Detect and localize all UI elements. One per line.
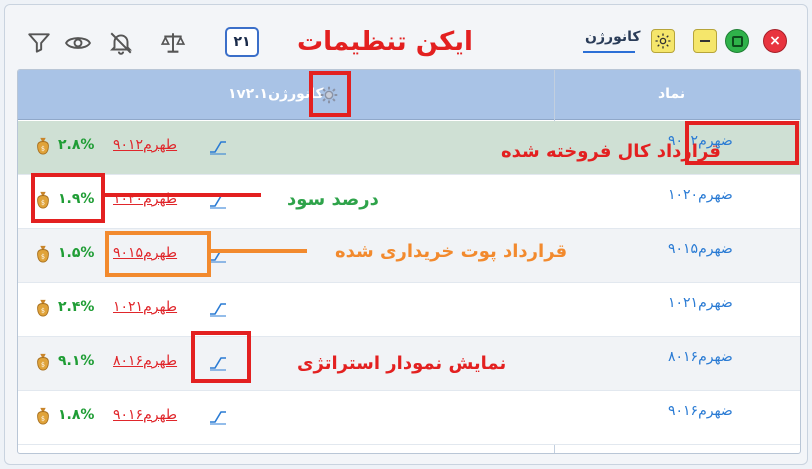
call-contract-link[interactable]: ضهرم۱۰۲۱ xyxy=(668,295,733,311)
annotation-box-chart xyxy=(191,331,251,383)
table-row[interactable]: $۱.۸% طهرم۹۰۱۶ ضهرم۹۰۱۶ xyxy=(18,391,800,445)
money-bag-icon: $ xyxy=(34,243,52,265)
bell-off-icon[interactable] xyxy=(107,29,135,57)
annotation-line-put xyxy=(211,249,307,253)
tab-active-indicator xyxy=(583,51,635,53)
profit-percent: ۱.۸% xyxy=(58,407,95,423)
profit-percent: ۲.۸% xyxy=(58,137,95,153)
close-button[interactable]: × xyxy=(763,29,787,53)
strategy-chart-icon[interactable] xyxy=(208,409,228,425)
header-symbol: نماد xyxy=(658,86,686,102)
annotation-line-profit xyxy=(105,193,261,197)
profit-percent: ۹.۱% xyxy=(58,353,95,369)
call-contract-link[interactable]: ضهرم۱۰۲۰ xyxy=(668,187,733,203)
profit-percent: ۲.۴% xyxy=(58,299,95,315)
table-header: نماد کانورژن۱v۲.۱ xyxy=(18,70,800,120)
title-bar: ۲۱ ایکن تنظیمات کانورژن × xyxy=(5,5,807,67)
square-icon xyxy=(731,35,743,47)
minus-icon xyxy=(700,40,710,42)
svg-text:$: $ xyxy=(41,146,45,153)
strategy-chart-icon[interactable] xyxy=(208,139,228,155)
table-row[interactable]: $۲.۴% طهرم۱۰۲۱ ضهرم۱۰۲۱ xyxy=(18,283,800,337)
money-bag-icon: $ xyxy=(34,351,52,373)
gear-icon xyxy=(655,33,671,49)
table-row[interactable]: $۱.۹% طهرم۱۰۲۰ ضهرم۱۰۲۰ xyxy=(18,175,800,229)
money-bag-icon: $ xyxy=(34,135,52,157)
call-contract-link[interactable]: ضهرم۸۰۱۶ xyxy=(668,349,733,365)
eye-icon[interactable] xyxy=(63,29,93,57)
annotation-settings-icon-label: ایکن تنظیمات xyxy=(297,27,473,57)
annotation-box-profit xyxy=(31,173,105,223)
app-window: ۲۱ ایکن تنظیمات کانورژن × نماد کانورژن۱v… xyxy=(4,4,808,465)
annotation-profit-pct: درصد سود xyxy=(287,189,379,210)
strategy-chart-icon[interactable] xyxy=(208,301,228,317)
annotation-box-settings xyxy=(309,71,351,117)
settings-button[interactable] xyxy=(651,29,675,53)
call-contract-link[interactable]: ضهرم۹۰۱۵ xyxy=(668,241,733,257)
put-contract-link[interactable]: طهرم۹۰۱۲ xyxy=(113,137,177,153)
scale-icon[interactable] xyxy=(157,29,189,57)
call-contract-link[interactable]: ضهرم۹۰۱۶ xyxy=(668,403,733,419)
svg-text:$: $ xyxy=(41,416,45,423)
money-bag-icon: $ xyxy=(34,405,52,427)
profit-percent: ۱.۵% xyxy=(58,245,95,261)
annotation-call-sold: قرارداد کال فروخته شده xyxy=(501,141,721,162)
svg-text:$: $ xyxy=(41,362,45,369)
minimize-button[interactable] xyxy=(693,29,717,53)
annotation-show-chart: نمایش نمودار استراتژی xyxy=(297,353,507,374)
annotation-put-bought: قرارداد پوت خریداری شده xyxy=(335,241,568,262)
tab-conversion[interactable]: کانورژن xyxy=(585,29,641,45)
close-icon: × xyxy=(769,33,781,49)
svg-text:$: $ xyxy=(41,308,45,315)
put-contract-link[interactable]: طهرم۹۰۱۶ xyxy=(113,407,177,423)
filter-icon[interactable] xyxy=(25,29,53,57)
annotation-box-put xyxy=(105,231,211,277)
count-badge[interactable]: ۲۱ xyxy=(225,27,259,57)
put-contract-link[interactable]: طهرم۸۰۱۶ xyxy=(113,353,177,369)
put-contract-link[interactable]: طهرم۱۰۲۱ xyxy=(113,299,177,315)
maximize-button[interactable] xyxy=(725,29,749,53)
money-bag-icon: $ xyxy=(34,297,52,319)
svg-text:$: $ xyxy=(41,254,45,261)
